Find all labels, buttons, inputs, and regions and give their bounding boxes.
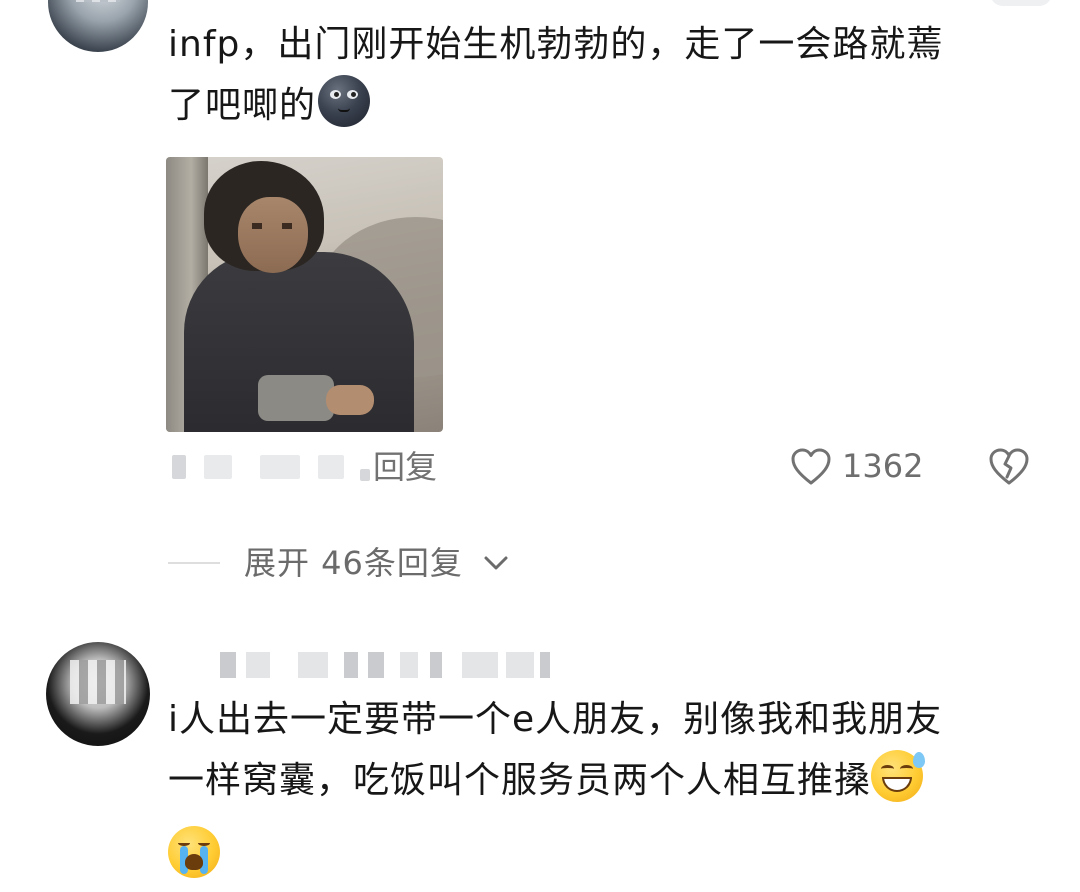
crying-face-icon [168,826,220,878]
heart-icon [791,448,831,485]
divider [168,562,220,564]
expand-replies-label[interactable]: 展开 46条回复 [244,542,463,584]
comment-image[interactable] [166,157,443,432]
like-count: 1362 [842,447,924,485]
follow-button-partial[interactable] [990,0,1052,6]
comment-line: 了吧唧的 [168,85,317,126]
comment-line: i人出去一定要带一个e人朋友，别像我和我朋友 [168,699,943,740]
sweat-smile-icon [871,750,926,802]
expand-replies[interactable]: 展开 46条回复 [0,540,1080,586]
comment-line: 一样窝囊，吃饭叫个服务员两个人相互推搡 [168,760,872,801]
comment-body: i人出去一定要带一个e人朋友，别像我和我朋友 一样窝囊，吃饭叫个服务员两个人相互… [168,690,1028,811]
moon-face-icon [318,75,371,127]
timestamp-redacted [172,455,186,479]
username-redacted[interactable] [168,648,568,682]
comment-meta: 回复 1362 [168,445,1038,489]
avatar[interactable] [48,0,148,52]
comment-line: infp，出门刚开始生机勃勃的，走了一会路就蔫 [168,24,944,65]
comment-item: i人出去一定要带一个e人朋友，别像我和我朋友 一样窝囊，吃饭叫个服务员两个人相互… [0,620,1080,892]
avatar[interactable] [46,642,150,746]
reply-button[interactable]: 回复 [373,447,437,487]
comment-item: infp，出门刚开始生机勃勃的，走了一会路就蔫 了吧唧的 回复 1362 [0,0,1080,600]
comment-body: infp，出门刚开始生机勃勃的，走了一会路就蔫 了吧唧的 [168,15,1028,136]
broken-heart-icon[interactable] [988,447,1030,487]
chevron-down-icon[interactable] [482,552,510,574]
